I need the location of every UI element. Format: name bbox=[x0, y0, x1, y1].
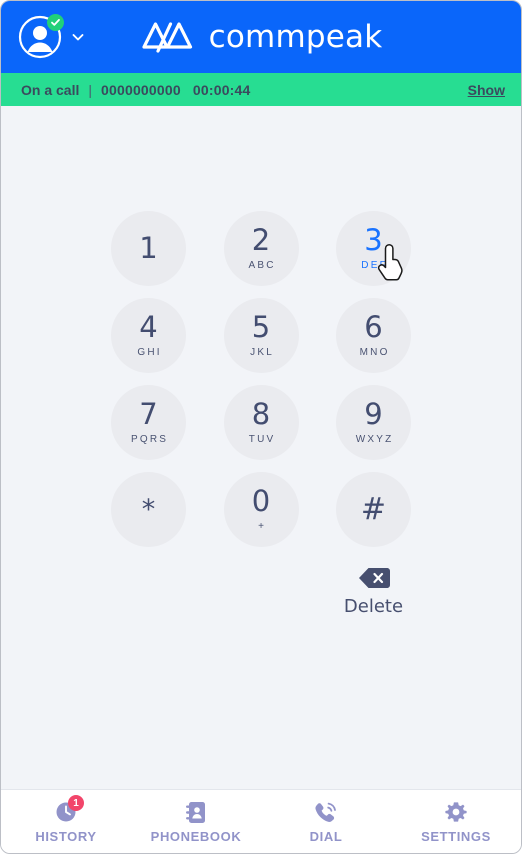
tab-icon-wrap bbox=[186, 800, 206, 824]
dial-key-letters: WXYZ bbox=[355, 434, 394, 445]
dialpad-row: 7 PQRS 8 TUV 9 WXYZ bbox=[111, 385, 411, 460]
dial-key-3[interactable]: 3 DEF bbox=[336, 211, 411, 286]
dial-key-digit: 2 bbox=[251, 223, 271, 257]
call-timer: 00:00:44 bbox=[192, 81, 251, 98]
dial-key-1[interactable]: 1 bbox=[111, 211, 186, 286]
dial-key-star[interactable]: * bbox=[111, 472, 186, 547]
delete-area: Delete bbox=[111, 566, 411, 616]
tab-label-history: HISTORY bbox=[35, 829, 97, 844]
tab-icon-wrap bbox=[314, 800, 338, 824]
tab-label-phonebook: PHONEBOOK bbox=[150, 829, 242, 844]
dial-key-digit: 5 bbox=[251, 310, 271, 344]
dial-key-digit: 6 bbox=[364, 310, 383, 344]
dial-key-letters: MNO bbox=[359, 347, 390, 358]
dial-key-5[interactable]: 5 JKL bbox=[223, 298, 299, 373]
dialpad-row: 4 GHI 5 JKL 6 MNO bbox=[111, 298, 411, 373]
dial-key-letters: ABC bbox=[248, 260, 276, 271]
dial-key-digit: * bbox=[141, 494, 156, 525]
dial-key-digit: # bbox=[360, 491, 387, 527]
dial-key-digit: 4 bbox=[139, 310, 158, 344]
chevron-down-icon[interactable] bbox=[71, 30, 85, 44]
dial-key-letters: JKL bbox=[250, 347, 275, 358]
dial-key-letters: PQRS bbox=[131, 434, 169, 445]
active-call-bar: On a call | 0000000000 00:00:44 Show bbox=[1, 73, 521, 106]
dial-key-digit: 1 bbox=[139, 231, 158, 265]
call-number: 0000000000 bbox=[101, 81, 181, 98]
gear-icon bbox=[445, 802, 467, 822]
tab-icon-wrap bbox=[445, 800, 467, 824]
phone-ringing-icon bbox=[315, 802, 336, 822]
dial-key-9[interactable]: 9 WXYZ bbox=[336, 385, 411, 460]
dial-key-hash[interactable]: # bbox=[336, 472, 411, 547]
dial-key-digit: 8 bbox=[251, 397, 271, 431]
contact-book-icon bbox=[186, 801, 205, 823]
dial-key-letters: + bbox=[258, 521, 267, 532]
app-window: commpeak On a call | 0000000000 00:00:44… bbox=[0, 0, 522, 854]
dial-key-6[interactable]: 6 MNO bbox=[336, 298, 411, 373]
dialpad-row: * 0 + # bbox=[111, 472, 411, 547]
dial-key-digit: 3 bbox=[364, 223, 383, 257]
dial-key-7[interactable]: 7 PQRS bbox=[111, 385, 186, 460]
history-badge: 1 bbox=[68, 795, 84, 811]
dial-key-8[interactable]: 8 TUV bbox=[223, 385, 299, 460]
app-header: commpeak bbox=[1, 1, 521, 73]
show-call-button[interactable]: Show bbox=[468, 82, 505, 98]
dialpad-row: 1 2 ABC 3 DEF bbox=[111, 211, 411, 286]
tab-label-dial: DIAL bbox=[309, 829, 343, 844]
dial-key-4[interactable]: 4 GHI bbox=[111, 298, 186, 373]
call-info: On a call | 0000000000 00:00:44 bbox=[21, 82, 251, 98]
bottom-tab-bar: 1 HISTORY PHONEBOOK DIAL SETTINGS bbox=[1, 789, 521, 853]
tab-label-settings: SETTINGS bbox=[421, 829, 491, 844]
tab-dial[interactable]: DIAL bbox=[261, 790, 391, 853]
dialpad: 1 2 ABC 3 DEF 4 GHI 5 JKL 6 MNO 7 PQRS 8… bbox=[111, 211, 411, 559]
dial-key-letters: DEF bbox=[361, 260, 388, 271]
brand-name: commpeak bbox=[208, 18, 383, 55]
online-check-badge-icon bbox=[47, 14, 64, 31]
commpeak-peaks-logo bbox=[142, 22, 192, 53]
dialer-content: 1 2 ABC 3 DEF 4 GHI 5 JKL 6 MNO 7 PQRS 8… bbox=[1, 106, 521, 789]
dial-key-0[interactable]: 0 + bbox=[223, 472, 299, 547]
dial-key-letters: TUV bbox=[248, 434, 276, 445]
dial-key-letters: GHI bbox=[137, 347, 162, 358]
delete-label: Delete bbox=[343, 596, 404, 617]
call-status-text: On a call bbox=[21, 81, 80, 98]
dial-key-digit: 0 bbox=[251, 484, 271, 518]
avatar[interactable] bbox=[18, 14, 64, 59]
tab-icon-wrap: 1 bbox=[55, 795, 84, 824]
tab-settings[interactable]: SETTINGS bbox=[391, 790, 521, 853]
backspace-delete-icon bbox=[358, 568, 390, 588]
account-menu-button[interactable] bbox=[18, 14, 85, 59]
delete-button[interactable]: Delete bbox=[336, 566, 411, 616]
dial-key-digit: 7 bbox=[139, 397, 158, 431]
dial-key-2[interactable]: 2 ABC bbox=[223, 211, 299, 286]
tab-history[interactable]: 1 HISTORY bbox=[1, 790, 131, 853]
dial-key-digit: 9 bbox=[364, 397, 383, 431]
tab-phonebook[interactable]: PHONEBOOK bbox=[131, 790, 261, 853]
call-separator: | bbox=[88, 81, 92, 98]
